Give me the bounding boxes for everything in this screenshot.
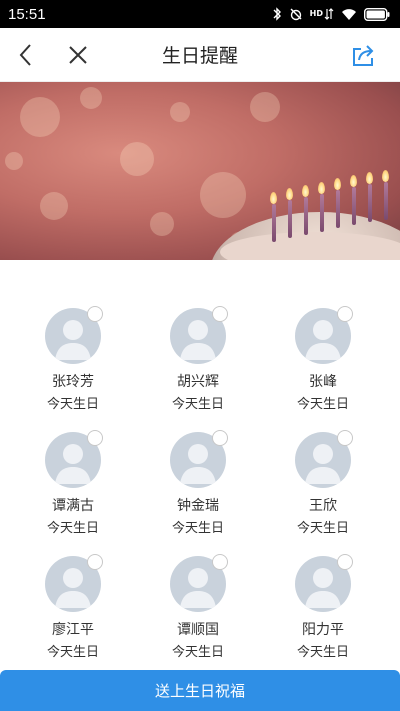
close-icon bbox=[69, 45, 87, 64]
send-birthday-wishes-button[interactable]: 送上生日祝福 bbox=[0, 670, 400, 711]
person-card[interactable]: 王欣 今天生日 bbox=[273, 430, 373, 538]
select-checkbox[interactable] bbox=[337, 554, 353, 570]
birthday-note: 今天生日 bbox=[171, 397, 224, 412]
back-button[interactable] bbox=[0, 28, 52, 82]
person-name: 张玲芳 bbox=[52, 374, 94, 390]
person-card[interactable]: 胡兴辉 今天生日 bbox=[148, 306, 248, 414]
select-checkbox[interactable] bbox=[212, 306, 228, 322]
person-card[interactable]: 张玲芳 今天生日 bbox=[23, 306, 123, 414]
person-card[interactable]: 谭顺国 今天生日 bbox=[148, 554, 248, 662]
person-name: 廖江平 bbox=[52, 622, 94, 638]
birthday-banner-image bbox=[0, 82, 400, 260]
person-card[interactable]: 谭满古 今天生日 bbox=[23, 430, 123, 538]
birthday-note: 今天生日 bbox=[296, 397, 349, 412]
select-checkbox[interactable] bbox=[212, 554, 228, 570]
person-name: 阳力平 bbox=[302, 622, 344, 638]
person-name: 钟金瑞 bbox=[177, 498, 219, 514]
person-name: 王欣 bbox=[309, 498, 337, 514]
bluetooth-icon bbox=[273, 7, 281, 21]
hd-signal-icon: HD bbox=[310, 8, 334, 20]
nav-bar: 生日提醒 bbox=[0, 28, 400, 82]
select-checkbox[interactable] bbox=[212, 430, 228, 446]
wifi-icon bbox=[342, 8, 356, 20]
person-card[interactable]: 张峰 今天生日 bbox=[273, 306, 373, 414]
close-button[interactable] bbox=[52, 28, 104, 82]
select-checkbox[interactable] bbox=[337, 306, 353, 322]
select-checkbox[interactable] bbox=[87, 430, 103, 446]
battery-icon bbox=[364, 7, 390, 21]
select-checkbox[interactable] bbox=[87, 306, 103, 322]
person-name: 谭顺国 bbox=[177, 622, 219, 638]
birthday-note: 今天生日 bbox=[171, 521, 224, 536]
birthday-note: 今天生日 bbox=[46, 397, 99, 412]
alarm-off-icon bbox=[290, 8, 302, 21]
status-time: 15:51 bbox=[8, 5, 46, 23]
person-card[interactable]: 阳力平 今天生日 bbox=[273, 554, 373, 662]
person-name: 胡兴辉 bbox=[177, 374, 219, 390]
person-card[interactable]: 钟金瑞 今天生日 bbox=[148, 430, 248, 538]
birthday-note: 今天生日 bbox=[296, 645, 349, 660]
status-bar: 15:51 HD bbox=[0, 0, 400, 28]
select-checkbox[interactable] bbox=[337, 430, 353, 446]
share-icon bbox=[353, 45, 374, 66]
select-checkbox[interactable] bbox=[87, 554, 103, 570]
person-card[interactable]: 廖江平 今天生日 bbox=[23, 554, 123, 662]
birthday-note: 今天生日 bbox=[46, 521, 99, 536]
chevron-left-icon bbox=[19, 43, 31, 66]
birthday-note: 今天生日 bbox=[296, 521, 349, 536]
birthday-note: 今天生日 bbox=[46, 645, 99, 660]
status-icons: HD bbox=[272, 7, 390, 21]
birthday-note: 今天生日 bbox=[171, 645, 224, 660]
person-name: 谭满古 bbox=[52, 498, 94, 514]
birthday-people-grid: 张玲芳 今天生日 胡兴辉 今天生日 张峰 今天生日 谭满古 今天生日 钟金瑞 今… bbox=[0, 260, 400, 668]
person-name: 张峰 bbox=[309, 374, 337, 390]
share-button[interactable] bbox=[338, 28, 390, 82]
